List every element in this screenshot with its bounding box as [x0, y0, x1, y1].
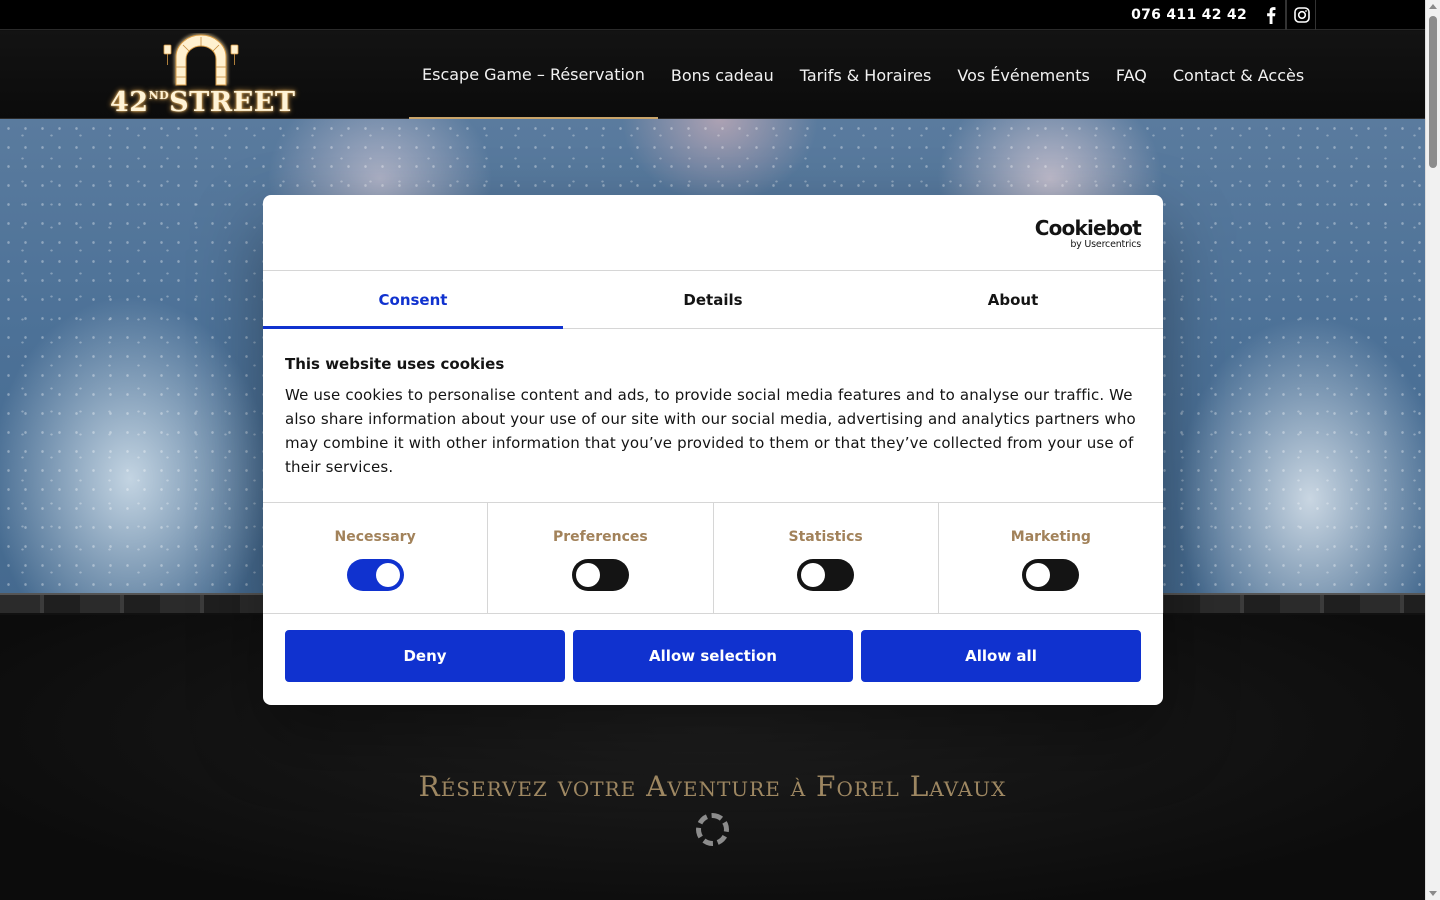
top-bar: 076 411 42 42 — [0, 0, 1425, 30]
tab-consent[interactable]: Consent — [263, 271, 563, 329]
nav-item-contact[interactable]: Contact & Accès — [1160, 31, 1317, 119]
site-logo[interactable]: 42NDSTREET — [110, 33, 296, 118]
deny-button[interactable]: Deny — [285, 630, 565, 682]
toggle-preferences[interactable] — [571, 559, 629, 591]
scroll-down-arrow-icon[interactable] — [1429, 891, 1437, 896]
scroll-up-arrow-icon[interactable] — [1429, 4, 1437, 9]
toggle-cell-statistics: Statistics — [714, 503, 939, 613]
toggle-cell-necessary: Necessary — [263, 503, 489, 613]
nav-item-faq[interactable]: FAQ — [1103, 31, 1160, 119]
allow-all-button[interactable]: Allow all — [861, 630, 1141, 682]
instagram-icon[interactable] — [1286, 0, 1316, 30]
toggle-necessary[interactable] — [346, 559, 404, 591]
toggle-label-statistics: Statistics — [788, 529, 863, 545]
dialog-tabs: Consent Details About — [263, 271, 1163, 329]
toggle-knob — [375, 563, 400, 587]
nav-item-tarifs-horaires[interactable]: Tarifs & Horaires — [787, 31, 945, 119]
dialog-text: We use cookies to personalise content an… — [285, 386, 1136, 476]
loading-spinner-icon — [696, 813, 729, 846]
tab-about[interactable]: About — [863, 271, 1163, 328]
dialog-body: This website uses cookies We use cookies… — [263, 329, 1163, 503]
toggle-label-necessary: Necessary — [334, 529, 416, 545]
cookie-consent-dialog: Cookiebot by Usercentrics Consent Detail… — [263, 195, 1163, 705]
toggle-marketing[interactable] — [1022, 559, 1080, 591]
toggle-knob — [575, 563, 600, 587]
toggle-label-preferences: Preferences — [553, 529, 648, 545]
section-title: Réservez votre Aventure à Forel Lavaux — [418, 770, 1007, 803]
toggle-label-marketing: Marketing — [1010, 529, 1091, 545]
allow-selection-button[interactable]: Allow selection — [573, 630, 853, 682]
main-nav: Escape Game – Réservation Bons cadeau Ta… — [409, 31, 1317, 119]
toggle-statistics[interactable] — [797, 559, 855, 591]
toggle-knob — [1026, 563, 1051, 587]
page-scrollbar[interactable] — [1425, 0, 1440, 900]
scroll-thumb[interactable] — [1429, 16, 1437, 168]
nav-item-reservation[interactable]: Escape Game – Réservation — [409, 31, 658, 119]
cookiebot-by-line: by Usercentrics — [1070, 239, 1141, 250]
logo-wordmark: 42NDSTREET — [110, 87, 296, 118]
phone-number[interactable]: 076 411 42 42 — [1131, 7, 1247, 23]
nav-item-bons-cadeau[interactable]: Bons cadeau — [658, 31, 787, 119]
nav-item-evenements[interactable]: Vos Événements — [944, 31, 1103, 119]
consent-toggles: Necessary Preferences Statistics Marketi… — [263, 503, 1163, 614]
dialog-heading: This website uses cookies — [285, 355, 505, 373]
toggle-cell-preferences: Preferences — [488, 503, 714, 613]
tab-details[interactable]: Details — [563, 271, 863, 328]
dialog-buttons: Deny Allow selection Allow all — [263, 614, 1163, 682]
dialog-header: Cookiebot by Usercentrics — [263, 195, 1163, 271]
toggle-cell-marketing: Marketing — [939, 503, 1163, 613]
cookiebot-brand: Cookiebot — [1034, 216, 1142, 240]
toggle-knob — [801, 563, 826, 587]
archway-logo-icon — [163, 33, 239, 86]
site-header: 42NDSTREET Escape Game – Réservation Bon… — [0, 31, 1425, 119]
facebook-icon[interactable] — [1256, 0, 1286, 30]
cookiebot-logo[interactable]: Cookiebot by Usercentrics — [1034, 216, 1142, 250]
